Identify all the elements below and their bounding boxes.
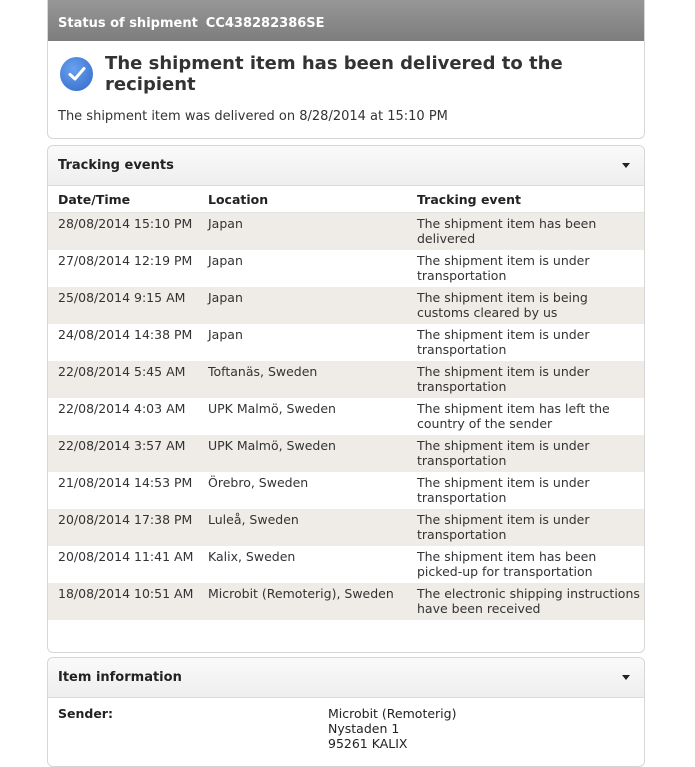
row-event: The shipment item is under transportatio… bbox=[407, 508, 644, 546]
status-header-label: Status of shipment bbox=[58, 16, 198, 31]
row-datetime: 25/08/2014 9:15 AM bbox=[48, 286, 198, 324]
row-location: Japan bbox=[198, 323, 407, 361]
table-row: 25/08/2014 9:15 AM Japan The shipment it… bbox=[48, 286, 644, 324]
row-datetime: 20/08/2014 11:41 AM bbox=[48, 545, 198, 583]
chevron-down-icon[interactable] bbox=[622, 675, 630, 680]
row-datetime: 22/08/2014 4:03 AM bbox=[48, 397, 198, 435]
row-event: The shipment item is being customs clear… bbox=[407, 286, 644, 324]
tracking-events-title: Tracking events bbox=[58, 158, 174, 173]
row-event: The shipment item is under transportatio… bbox=[407, 471, 644, 509]
sender-label: Sender: bbox=[58, 706, 113, 721]
row-location: Microbit (Remoterig), Sweden bbox=[198, 582, 407, 620]
shipment-id: CC438282386SE bbox=[205, 16, 325, 31]
row-datetime: 20/08/2014 17:38 PM bbox=[48, 508, 198, 546]
column-header-location: Location bbox=[198, 186, 407, 213]
row-event: The shipment item has been delivered bbox=[407, 212, 644, 250]
row-datetime: 21/08/2014 14:53 PM bbox=[48, 471, 198, 509]
tracking-events-table: Date/Time Location Tracking event 28/08/… bbox=[48, 186, 644, 620]
table-row: 18/08/2014 10:51 AM Microbit (Remoterig)… bbox=[48, 582, 644, 620]
table-row: 20/08/2014 17:38 PM Luleå, Sweden The sh… bbox=[48, 508, 644, 546]
sender-line: Nystaden 1 bbox=[328, 721, 400, 736]
delivered-title: The shipment item has been delivered to … bbox=[105, 53, 563, 95]
tracking-events-panel: Tracking events Date/Time Location Track… bbox=[47, 145, 645, 653]
row-location: Toftanäs, Sweden bbox=[198, 360, 407, 398]
row-datetime: 28/08/2014 15:10 PM bbox=[48, 212, 198, 250]
sender-row: Sender: Microbit (Remoterig) Nystaden 1 … bbox=[48, 698, 644, 759]
sender-address: Microbit (Remoterig) Nystaden 1 95261 KA… bbox=[328, 706, 456, 751]
row-datetime: 27/08/2014 12:19 PM bbox=[48, 249, 198, 287]
row-event: The shipment item is under transportatio… bbox=[407, 434, 644, 472]
sender-line: 95261 KALIX bbox=[328, 736, 408, 751]
row-location: Luleå, Sweden bbox=[198, 508, 407, 546]
row-datetime: 18/08/2014 10:51 AM bbox=[48, 582, 198, 620]
row-location: UPK Malmö, Sweden bbox=[198, 434, 407, 472]
delivered-row: The shipment item has been delivered to … bbox=[48, 41, 644, 95]
row-event: The shipment item has been picked-up for… bbox=[407, 545, 644, 583]
delivered-subtitle: The shipment item was delivered on 8/28/… bbox=[58, 109, 448, 124]
row-location: Japan bbox=[198, 286, 407, 324]
row-location: Örebro, Sweden bbox=[198, 471, 407, 509]
row-location: Japan bbox=[198, 212, 407, 250]
row-location: Kalix, Sweden bbox=[198, 545, 407, 583]
chevron-down-icon[interactable] bbox=[622, 163, 630, 168]
column-header-datetime: Date/Time bbox=[48, 186, 198, 213]
row-datetime: 24/08/2014 14:38 PM bbox=[48, 323, 198, 361]
row-location: Japan bbox=[198, 249, 407, 287]
item-information-header[interactable]: Item information bbox=[48, 658, 644, 698]
table-header-row: Date/Time Location Tracking event bbox=[48, 186, 644, 213]
tracking-events-header[interactable]: Tracking events bbox=[48, 146, 644, 186]
table-row: 22/08/2014 5:45 AM Toftanäs, Sweden The … bbox=[48, 360, 644, 398]
table-row: 20/08/2014 11:41 AM Kalix, Sweden The sh… bbox=[48, 545, 644, 583]
row-datetime: 22/08/2014 3:57 AM bbox=[48, 434, 198, 472]
sender-line: Microbit (Remoterig) bbox=[328, 706, 457, 721]
row-event: The shipment item has left the country o… bbox=[407, 397, 644, 435]
checkmark-icon bbox=[60, 57, 94, 91]
row-datetime: 22/08/2014 5:45 AM bbox=[48, 360, 198, 398]
row-event: The electronic shipping instructions hav… bbox=[407, 582, 644, 620]
row-event: The shipment item is under transportatio… bbox=[407, 360, 644, 398]
table-row: 22/08/2014 4:03 AM UPK Malmö, Sweden The… bbox=[48, 397, 644, 435]
table-row: 24/08/2014 14:38 PM Japan The shipment i… bbox=[48, 323, 644, 361]
shipment-status-panel: Status of shipment CC438282386SE The shi… bbox=[47, 0, 645, 139]
item-information-panel: Item information Sender: Microbit (Remot… bbox=[47, 657, 645, 767]
row-event: The shipment item is under transportatio… bbox=[407, 323, 644, 361]
table-row: 21/08/2014 14:53 PM Örebro, Sweden The s… bbox=[48, 471, 644, 509]
row-event: The shipment item is under transportatio… bbox=[407, 249, 644, 287]
column-header-event: Tracking event bbox=[407, 186, 644, 213]
status-header: Status of shipment CC438282386SE bbox=[48, 0, 644, 41]
table-row: 27/08/2014 12:19 PM Japan The shipment i… bbox=[48, 249, 644, 287]
table-row: 22/08/2014 3:57 AM UPK Malmö, Sweden The… bbox=[48, 434, 644, 472]
item-information-title: Item information bbox=[58, 670, 182, 685]
table-row: 28/08/2014 15:10 PM Japan The shipment i… bbox=[48, 212, 644, 250]
row-location: UPK Malmö, Sweden bbox=[198, 397, 407, 435]
